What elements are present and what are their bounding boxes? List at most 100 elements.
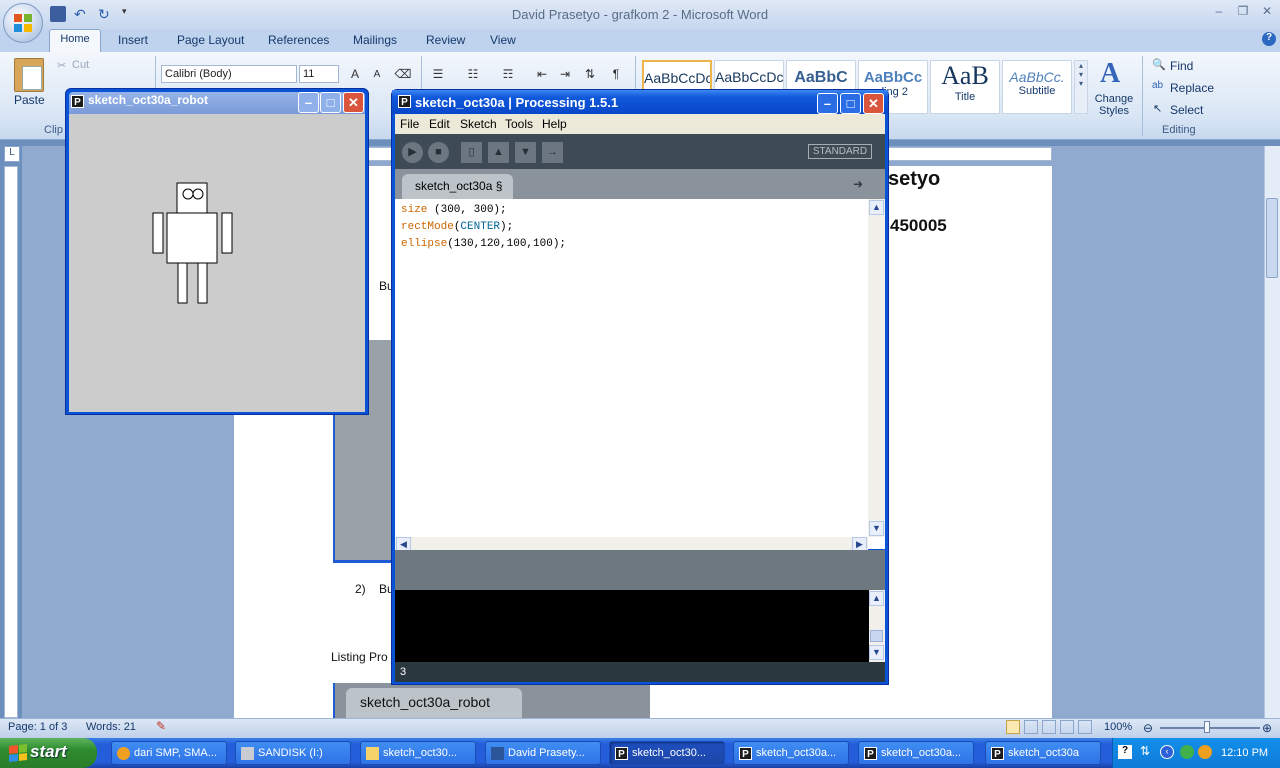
taskbar-item-sandisk[interactable]: SANDISK (I:) <box>235 741 351 765</box>
console-scroll-down-icon[interactable]: ▼ <box>869 645 884 660</box>
zoom-slider[interactable] <box>1160 727 1260 729</box>
proofing-icon[interactable]: ✎ <box>156 719 166 733</box>
page-count[interactable]: Page: 1 of 3 <box>8 721 67 733</box>
console-output[interactable] <box>395 590 869 662</box>
menu-help[interactable]: Help <box>542 117 567 131</box>
tab-review[interactable]: Review <box>426 33 465 47</box>
antivirus-icon[interactable] <box>1198 745 1212 759</box>
word-count[interactable]: Words: 21 <box>86 721 136 733</box>
decrease-indent-icon[interactable]: ⇤ <box>532 65 552 83</box>
robot-maximize-button[interactable]: □ <box>320 92 341 113</box>
open-icon[interactable]: ▲ <box>488 142 509 163</box>
clear-formatting-icon[interactable]: ⌫ <box>393 65 413 83</box>
multilevel-list-icon[interactable]: ☶ <box>498 65 518 83</box>
customize-qat-icon[interactable]: ▾ <box>122 6 138 22</box>
menu-edit[interactable]: Edit <box>429 117 450 131</box>
tab-view[interactable]: View <box>490 33 516 47</box>
undo-icon[interactable]: ↶ <box>74 6 90 22</box>
scroll-left-icon[interactable]: ◀ <box>396 537 411 551</box>
new-icon[interactable]: ▯ <box>461 142 482 163</box>
change-styles-button[interactable]: Change Styles <box>1094 93 1134 117</box>
menu-tools[interactable]: Tools <box>505 117 533 131</box>
zoom-slider-thumb[interactable] <box>1204 721 1210 733</box>
full-screen-reading-icon[interactable] <box>1024 720 1038 734</box>
word-close-button[interactable]: ✕ <box>1256 4 1278 20</box>
console-scrollbar[interactable]: ▲ ▼ <box>869 590 885 662</box>
scroll-down-icon[interactable]: ▼ <box>869 521 884 536</box>
processing-close-button[interactable]: ✕ <box>863 93 884 114</box>
processing-maximize-button[interactable]: □ <box>840 93 861 114</box>
stop-icon[interactable]: ■ <box>428 142 449 163</box>
zoom-out-icon[interactable]: ⊖ <box>1143 721 1153 735</box>
find-button[interactable]: Find <box>1170 59 1193 73</box>
tab-mailings[interactable]: Mailings <box>353 33 397 47</box>
export-icon[interactable]: → <box>542 142 563 163</box>
help-tray-icon[interactable]: ? <box>1118 745 1132 759</box>
tab-selector[interactable]: L <box>4 146 20 162</box>
console-scroll-up-icon[interactable]: ▲ <box>869 591 884 606</box>
tab-home[interactable]: Home <box>49 29 101 53</box>
style-subtitle[interactable]: AaBbCc. Subtitle <box>1002 60 1072 114</box>
network-icon[interactable]: ⇅ <box>1140 744 1150 758</box>
style-title[interactable]: AaB Title <box>930 60 1000 114</box>
font-name-select[interactable]: Calibri (Body) <box>161 65 297 83</box>
view-buttons[interactable] <box>1006 720 1096 736</box>
safely-remove-icon[interactable] <box>1180 745 1194 759</box>
menu-sketch[interactable]: Sketch <box>460 117 497 131</box>
help-icon[interactable]: ? <box>1262 32 1276 46</box>
taskbar-item-word[interactable]: David Prasety... <box>485 741 601 765</box>
robot-sketch-window[interactable]: P sketch_oct30a_robot – □ ✕ <box>65 88 369 415</box>
vertical-ruler[interactable] <box>4 166 18 718</box>
scroll-right-icon[interactable]: ▶ <box>852 537 867 551</box>
taskbar-item-processing-4[interactable]: Psketch_oct30a <box>985 741 1101 765</box>
mode-selector[interactable]: STANDARD <box>808 144 872 159</box>
paste-button[interactable]: Paste <box>14 93 45 107</box>
editor-vertical-scrollbar[interactable]: ▲ ▼ <box>868 199 885 537</box>
zoom-in-icon[interactable]: ⊕ <box>1262 721 1272 735</box>
processing-window[interactable]: P sketch_oct30a | Processing 1.5.1 – □ ✕… <box>391 89 889 685</box>
shrink-font-icon[interactable]: A <box>367 66 387 84</box>
editor-horizontal-scrollbar[interactable]: ◀ ▶ <box>395 537 868 551</box>
run-icon[interactable]: ▶ <box>402 142 423 163</box>
increase-indent-icon[interactable]: ⇥ <box>555 65 575 83</box>
taskbar-item-processing-1[interactable]: Psketch_oct30... <box>609 741 725 765</box>
robot-minimize-button[interactable]: – <box>298 92 319 113</box>
menu-file[interactable]: File <box>400 117 419 131</box>
robot-close-button[interactable]: ✕ <box>343 92 364 113</box>
zoom-level[interactable]: 100% <box>1104 721 1132 733</box>
show-hidden-icons[interactable]: ‹ <box>1160 745 1174 759</box>
save-sketch-icon[interactable]: ▼ <box>515 142 536 163</box>
tab-insert[interactable]: Insert <box>118 33 148 47</box>
word-minimize-button[interactable]: – <box>1208 4 1230 20</box>
taskbar-item-processing-3[interactable]: Psketch_oct30a... <box>858 741 974 765</box>
scroll-up-icon[interactable]: ▲ <box>869 200 884 215</box>
code-text[interactable]: size (300, 300); rectMode(CENTER); ellipse… <box>401 202 566 253</box>
robot-sketch-canvas[interactable] <box>69 114 365 412</box>
outline-icon[interactable] <box>1060 720 1074 734</box>
document-scroll-thumb[interactable] <box>1266 198 1278 278</box>
taskbar-item-folder[interactable]: sketch_oct30... <box>360 741 476 765</box>
bullets-icon[interactable]: ☰ <box>428 65 448 83</box>
grow-font-icon[interactable]: A <box>345 65 365 83</box>
processing-minimize-button[interactable]: – <box>817 93 838 114</box>
draft-icon[interactable] <box>1078 720 1092 734</box>
web-layout-icon[interactable] <box>1042 720 1056 734</box>
select-button[interactable]: Select <box>1170 103 1203 117</box>
print-layout-icon[interactable] <box>1006 720 1020 734</box>
replace-button[interactable]: Replace <box>1170 81 1214 95</box>
clock[interactable]: 12:10 PM <box>1221 747 1268 759</box>
taskbar-item-processing-2[interactable]: Psketch_oct30a... <box>733 741 849 765</box>
cut-button[interactable]: Cut <box>72 59 89 71</box>
tab-references[interactable]: References <box>268 33 329 47</box>
styles-scroll[interactable]: ▴ ▾ ▾ <box>1074 60 1088 114</box>
tab-sketch-oct30a[interactable]: sketch_oct30a § <box>402 174 513 199</box>
console-scroll-thumb[interactable] <box>870 630 883 642</box>
numbering-icon[interactable]: ☷ <box>463 65 483 83</box>
font-size-select[interactable]: 11 <box>299 65 339 83</box>
word-restore-button[interactable]: ❐ <box>1232 4 1254 20</box>
sort-icon[interactable]: ⇅ <box>580 65 600 83</box>
save-icon[interactable] <box>50 6 66 22</box>
show-formatting-icon[interactable]: ¶ <box>606 65 626 83</box>
tab-menu-arrow-icon[interactable]: ➜ <box>853 177 871 191</box>
redo-icon[interactable]: ↻ <box>98 6 114 22</box>
